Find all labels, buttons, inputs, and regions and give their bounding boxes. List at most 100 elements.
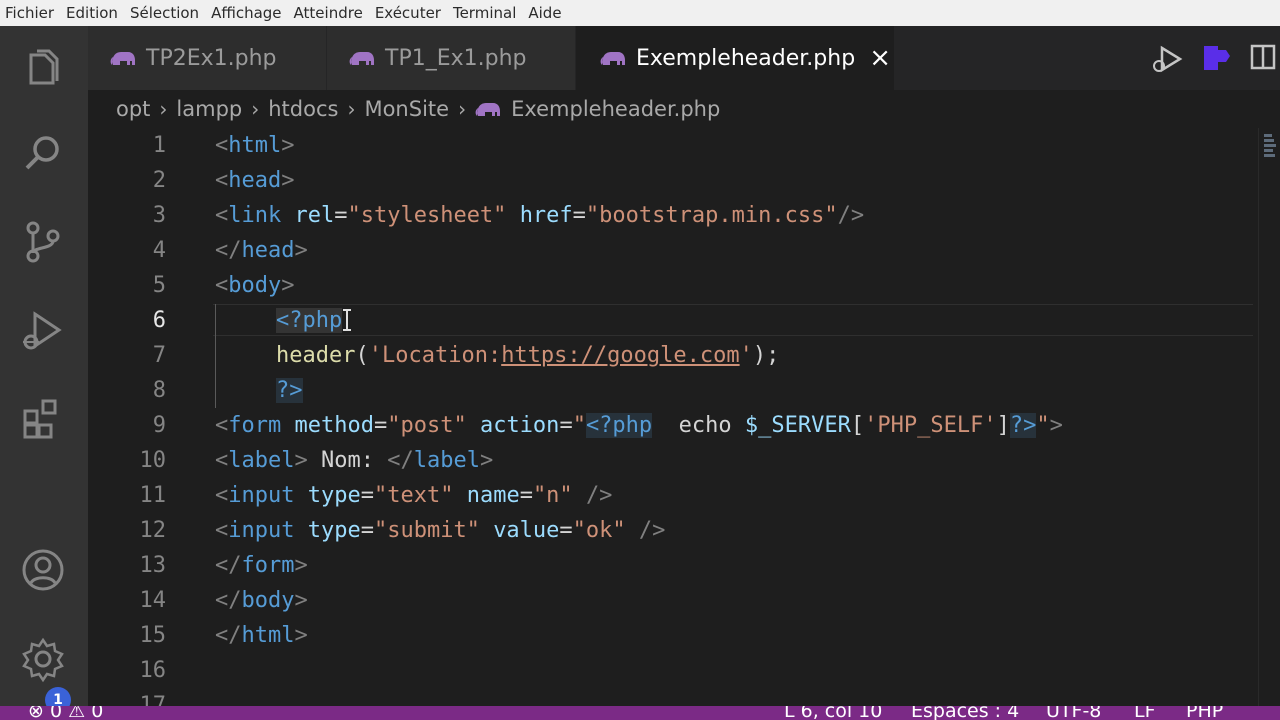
indentation[interactable]: Espaces : 4 xyxy=(911,706,1019,720)
minimap-line xyxy=(1264,144,1276,147)
cursor-position[interactable]: L 6, col 10 xyxy=(784,706,882,720)
account-icon[interactable] xyxy=(14,541,72,599)
run-debug-icon[interactable] xyxy=(14,301,72,359)
line-number: 2 xyxy=(152,168,166,193)
line-number: 16 xyxy=(139,658,167,683)
tab-label: TP1_Ex1.php xyxy=(385,45,527,71)
code-text[interactable]: </head> xyxy=(215,233,308,268)
language-mode[interactable]: PHP xyxy=(1186,706,1223,720)
chevron-right-icon: › xyxy=(251,97,260,121)
close-tab-icon[interactable]: × xyxy=(869,45,891,71)
breadcrumb-item[interactable]: opt xyxy=(116,97,150,121)
code-line: 8 ?> xyxy=(88,373,1258,408)
code-text[interactable]: </body> xyxy=(215,583,308,618)
code-text[interactable]: </html> xyxy=(215,618,308,653)
status-bar: ⊗ 0 ⚠ 0 L 6, col 10 Espaces : 4 UTF-8 LF… xyxy=(0,706,1280,720)
code-line: 9 <form method="post" action="<?php echo… xyxy=(88,408,1258,443)
line-number: 11 xyxy=(139,483,167,508)
editor-actions xyxy=(1150,26,1280,90)
minimap-line xyxy=(1264,139,1274,142)
extensions-icon[interactable] xyxy=(14,390,72,448)
code-text[interactable]: <form method="post" action="<?php echo $… xyxy=(215,408,1063,443)
code-text[interactable]: <input type="text" name="n" /> xyxy=(215,478,612,513)
split-editor-icon[interactable] xyxy=(1250,42,1276,72)
line-number: 17 xyxy=(139,693,167,706)
php-elephant-icon xyxy=(475,103,501,116)
code-line: 4 </head> xyxy=(88,233,1258,268)
php-action-icon[interactable] xyxy=(1202,42,1232,72)
tab-tp2ex1[interactable]: TP2Ex1.php xyxy=(88,26,326,90)
menu-edition[interactable]: Edition xyxy=(60,4,124,22)
breadcrumb-item[interactable]: htdocs xyxy=(268,97,338,121)
line-number: 1 xyxy=(152,133,166,158)
code-line: 10 <label> Nom: </label> xyxy=(88,443,1258,478)
tab-tp1-ex1[interactable]: TP1_Ex1.php xyxy=(327,26,575,90)
code-text[interactable]: <body> xyxy=(215,268,294,303)
line-number: 8 xyxy=(152,378,166,403)
code-text[interactable]: <label> Nom: </label> xyxy=(215,443,493,478)
minimap-line xyxy=(1264,134,1272,137)
error-count: 0 xyxy=(49,706,63,720)
code-line: 12 <input type="submit" value="ok" /> xyxy=(88,513,1258,548)
code-line: 1 <html> xyxy=(88,128,1258,163)
source-control-icon[interactable] xyxy=(14,213,72,271)
tab-bar: TP2Ex1.php TP1_Ex1.php Exempleheader.php… xyxy=(88,26,1280,90)
chevron-right-icon: › xyxy=(159,97,168,121)
error-icon: ⊗ xyxy=(28,706,44,720)
code-editor[interactable]: 1 <html> 2 <head> 3 <link rel="styleshee… xyxy=(88,128,1258,706)
line-number: 13 xyxy=(139,553,167,578)
breadcrumb-item[interactable]: MonSite xyxy=(364,97,449,121)
code-line: 16 xyxy=(88,653,1258,688)
code-line: 17 xyxy=(88,688,1258,706)
menu-selection[interactable]: Sélection xyxy=(124,4,205,22)
chevron-right-icon: › xyxy=(347,97,356,121)
breadcrumb-item-file[interactable]: Exempleheader.php xyxy=(511,97,720,121)
code-text[interactable]: <html> xyxy=(215,128,294,163)
menu-executer[interactable]: Exécuter xyxy=(369,4,447,22)
php-elephant-icon xyxy=(110,52,135,65)
line-number: 7 xyxy=(152,343,166,368)
code-line: 11 <input type="text" name="n" /> xyxy=(88,478,1258,513)
code-line: 7 header('Location:https://google.com'); xyxy=(88,338,1258,373)
problems-indicator[interactable]: ⊗ 0 ⚠ 0 xyxy=(28,706,103,720)
search-icon[interactable] xyxy=(14,125,72,183)
line-number: 4 xyxy=(152,238,166,263)
code-text[interactable]: header('Location:https://google.com'); xyxy=(276,338,779,373)
code-text[interactable]: <link rel="stylesheet" href="bootstrap.m… xyxy=(215,198,864,233)
code-text[interactable]: <?php xyxy=(276,303,343,338)
code-line: 5 <body> xyxy=(88,268,1258,303)
line-number: 15 xyxy=(139,623,167,648)
menu-terminal[interactable]: Terminal xyxy=(447,4,522,22)
line-number: 5 xyxy=(152,273,166,298)
menu-atteindre[interactable]: Atteindre xyxy=(288,4,369,22)
chevron-right-icon: › xyxy=(458,97,467,121)
settings-gear-icon[interactable] xyxy=(14,630,72,688)
code-text[interactable]: <input type="submit" value="ok" /> xyxy=(215,513,665,548)
end-of-line[interactable]: LF xyxy=(1134,706,1156,720)
code-line: 3 <link rel="stylesheet" href="bootstrap… xyxy=(88,198,1258,233)
tab-exempleheader[interactable]: Exempleheader.php × xyxy=(576,26,894,90)
warning-icon: ⚠ xyxy=(68,706,86,720)
encoding[interactable]: UTF-8 xyxy=(1046,706,1101,720)
line-number: 10 xyxy=(139,448,167,473)
menu-fichier[interactable]: Fichier xyxy=(0,4,60,22)
breadcrumb-item[interactable]: lampp xyxy=(176,97,242,121)
minimap[interactable] xyxy=(1258,128,1280,706)
menu-bar: Fichier Edition Sélection Affichage Atte… xyxy=(0,0,1280,26)
php-elephant-icon xyxy=(349,52,374,65)
text-cursor-icon xyxy=(343,309,351,331)
menu-affichage[interactable]: Affichage xyxy=(205,4,287,22)
line-number: 9 xyxy=(152,413,166,438)
run-debug-action-icon[interactable] xyxy=(1150,44,1184,74)
explorer-icon[interactable] xyxy=(14,40,72,98)
code-text[interactable]: ?> xyxy=(276,373,303,408)
minimap-line xyxy=(1264,149,1273,152)
code-text[interactable]: </form> xyxy=(215,548,308,583)
line-number: 3 xyxy=(152,203,166,228)
breadcrumb: opt › lampp › htdocs › MonSite › Exemple… xyxy=(88,90,1280,128)
tab-label: TP2Ex1.php xyxy=(146,45,277,71)
tab-label: Exempleheader.php xyxy=(636,45,856,71)
menu-aide[interactable]: Aide xyxy=(522,4,567,22)
warning-count: 0 xyxy=(91,706,104,720)
code-text[interactable]: <head> xyxy=(215,163,294,198)
